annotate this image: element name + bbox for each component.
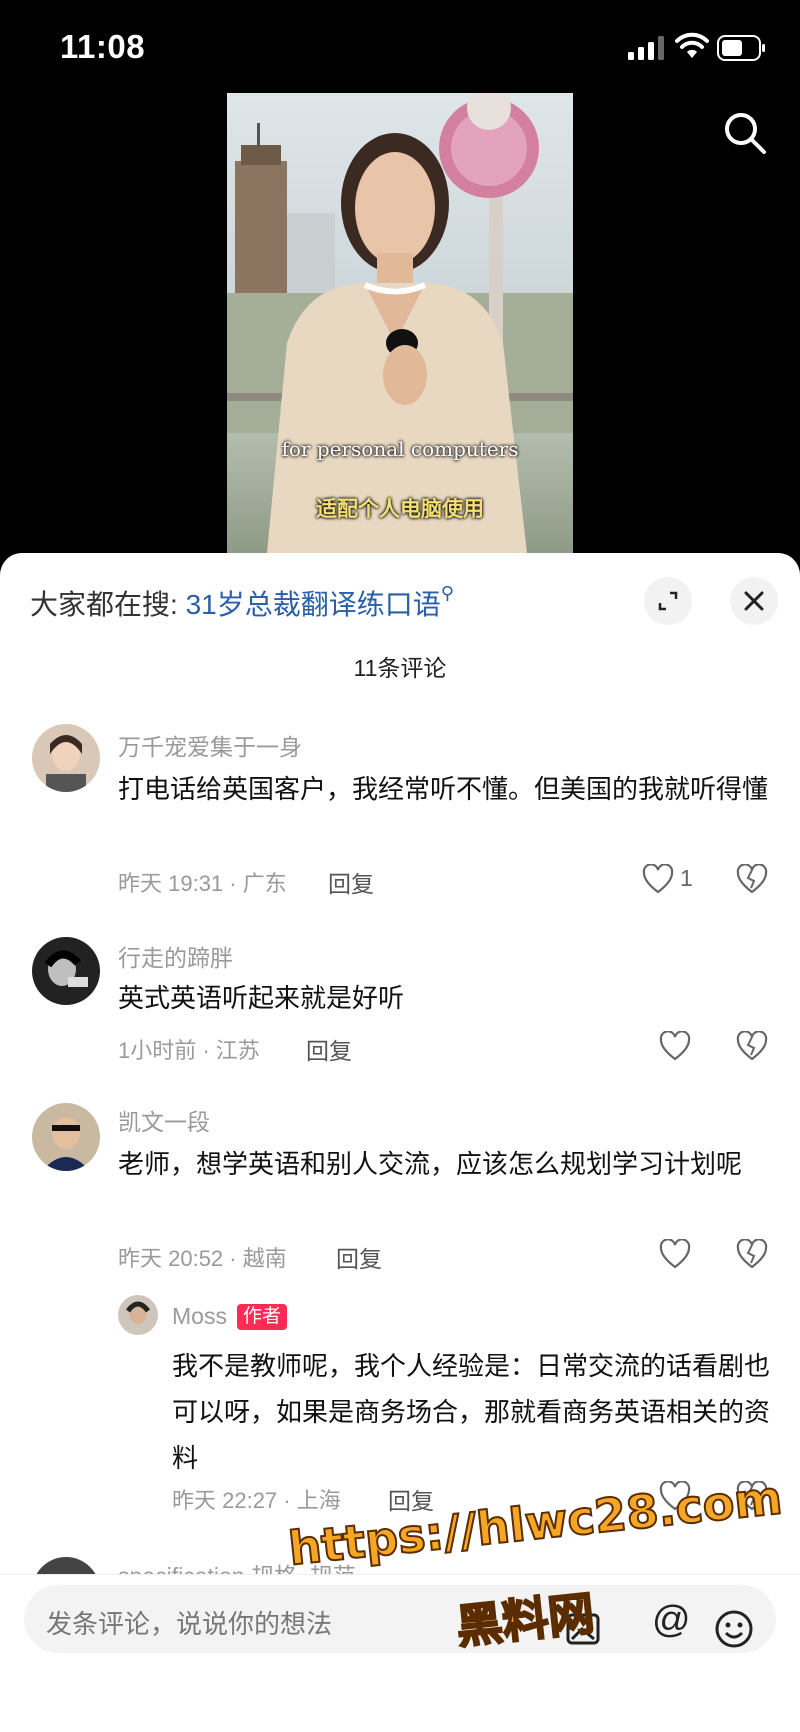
cellular-signal-icon [628,36,664,60]
like-count: 1 [680,865,693,891]
hot-search-keyword[interactable]: 31岁总裁翻译练口语 [186,589,441,620]
image-icon[interactable] [564,1609,604,1649]
status-bar: 11:08 [0,0,800,96]
comment-meta: 昨天 20:52 · 越南 [118,1246,287,1271]
comment-item: 行走的蹄胖 英式英语听起来就是好听 1小时前 · 江苏 回复 [0,937,800,1097]
status-time: 11:08 [60,28,146,65]
reply-button[interactable]: 回复 [388,1482,434,1516]
reply-button[interactable]: 回复 [336,1240,382,1274]
reply-meta: 昨天 22:27 · 上海 [172,1488,341,1513]
avatar[interactable] [32,937,100,1005]
wifi-icon [675,32,709,58]
comment-count: 11条评论 [353,655,447,681]
broken-heart-icon[interactable] [736,864,768,894]
comment-username[interactable]: 行走的蹄胖 [118,939,233,973]
small-search-icon: ⚲ [440,583,454,603]
author-badge: 作者 [236,1304,287,1330]
comment-meta: 昨天 19:31 · 广东 [118,871,287,896]
subtitle-english: for personal computers [281,437,519,461]
comment-meta: 1小时前 · 江苏 [118,1038,260,1063]
battery-icon [717,35,765,61]
heart-icon[interactable] [659,1239,691,1269]
reply-username-text: Moss [172,1303,227,1329]
comment-input-placeholder: 发条评论，说说你的想法 [46,1609,333,1639]
broken-heart-icon[interactable] [736,1481,768,1511]
expand-button[interactable] [644,577,692,625]
avatar[interactable] [32,1103,100,1171]
heart-icon[interactable] [659,1481,691,1511]
expand-icon [658,591,678,611]
search-icon[interactable] [722,110,768,156]
close-button[interactable] [730,577,778,625]
video-player[interactable]: for personal computers 适配个人电脑使用 [227,93,573,553]
comment-item: 凯文一段 老师，想学英语和别人交流，应该怎么规划学习计划呢 昨天 20:52 ·… [0,1103,800,1523]
comment-sheet: 大家都在搜: 31岁总裁翻译练口语⚲ 11条评论 万千宠爱集于一身 打电话给英国… [0,553,800,1731]
comment-text: 老师，想学英语和别人交流，应该怎么规划学习计划呢 [118,1149,743,1179]
avatar[interactable] [32,724,100,792]
video-frame-illustration [227,93,573,553]
comment-text: 英式英语听起来就是好听 [118,983,405,1013]
comment-input-bar: 发条评论，说说你的想法 @ [0,1574,800,1732]
comment-text: 打电话给英国客户，我经常听不懂。但美国的我就听得懂 [118,774,769,804]
subtitle-chinese: 适配个人电脑使用 [316,498,484,521]
reply-button[interactable]: 回复 [328,865,374,899]
reply-button[interactable]: 回复 [306,1032,352,1066]
close-icon [744,591,764,611]
hot-search-link[interactable]: 大家都在搜: 31岁总裁翻译练口语⚲ [30,583,454,623]
comment-username[interactable]: 万千宠爱集于一身 [118,728,302,762]
comment-username[interactable]: 凯文一段 [118,1103,210,1137]
heart-icon[interactable] [642,864,674,894]
comment-item: 万千宠爱集于一身 打电话给英国客户，我经常听不懂。但美国的我就听得懂 昨天 19… [0,724,800,944]
broken-heart-icon[interactable] [736,1031,768,1061]
reply-username[interactable]: Moss 作者 [172,1303,287,1330]
hot-search-prefix: 大家都在搜: [30,589,186,620]
comment-input[interactable]: 发条评论，说说你的想法 @ [24,1585,776,1653]
reply-text: 我不是教师呢，我个人经验是：日常交流的话看剧也可以呀，如果是商务场合，那就看商务… [172,1351,771,1473]
emoji-icon[interactable] [714,1609,754,1649]
author-avatar[interactable] [118,1295,158,1335]
broken-heart-icon[interactable] [736,1239,768,1269]
heart-icon[interactable] [659,1031,691,1061]
mention-icon[interactable]: @ [652,1599,691,1642]
